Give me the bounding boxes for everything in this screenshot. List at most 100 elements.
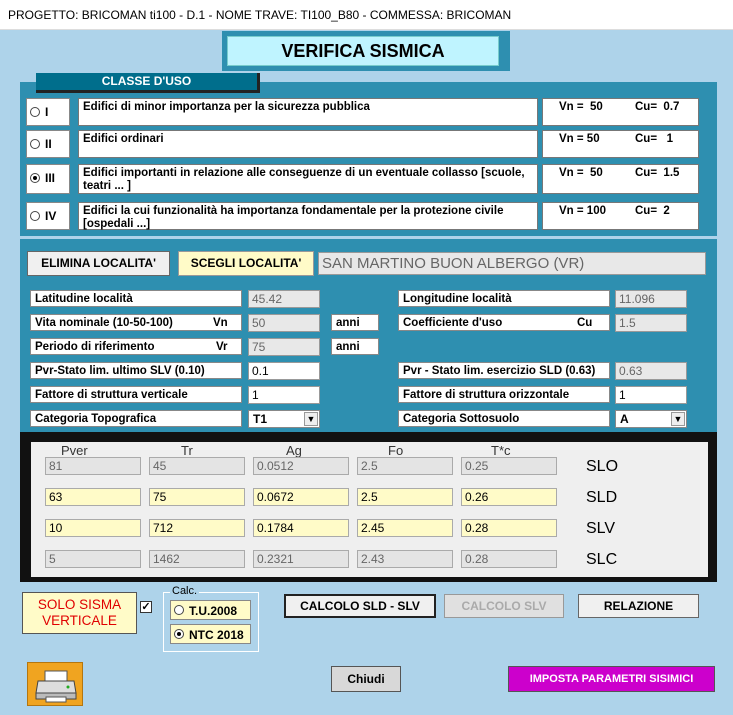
grid-header: Pver: [61, 443, 88, 458]
grid-row-label: SLO: [586, 458, 619, 475]
window-titlebar: PROGETTO: BRICOMAN ti100 - D.1 - NOME TR…: [0, 0, 733, 30]
grid-header: Fo: [388, 443, 404, 458]
grid-cell[interactable]: 45: [149, 457, 245, 475]
grid-cell[interactable]: 0.28: [461, 550, 557, 568]
classe-vn-cu: Vn = 50 Cu= 0.7: [542, 98, 699, 126]
vita-anni-label: anni: [331, 314, 379, 331]
grid-cell[interactable]: 5: [45, 550, 141, 568]
periodo-riferimento-label: Periodo di riferimento Vr: [30, 338, 242, 355]
chiudi-button[interactable]: Chiudi: [331, 666, 401, 692]
grid-cell[interactable]: 10: [45, 519, 141, 537]
classe-radio-dot[interactable]: [30, 139, 40, 149]
classe-radio-dot[interactable]: [30, 211, 40, 221]
solo-sisma-line1: SOLO SISMA: [37, 597, 122, 612]
grid-row-label: SLD: [586, 489, 618, 506]
radio-tu2008-label: T.U.2008: [189, 604, 238, 618]
grid-header: Ag: [286, 443, 302, 458]
results-grid: Pver Tr Ag Fo T*c 81 45 0.0512 2.5 0.25 SLO 63 75 0.0…: [31, 442, 708, 577]
grid-row-label: SLV: [586, 520, 616, 537]
grid-cell[interactable]: 2.5: [357, 488, 453, 506]
fattore-verticale-field[interactable]: 1: [248, 386, 320, 404]
classe-radio-3[interactable]: III: [26, 164, 70, 194]
classe-radio-dot[interactable]: [30, 107, 40, 117]
grid-cell[interactable]: 2.45: [357, 519, 453, 537]
classe-radio-dot[interactable]: [30, 173, 40, 183]
longitudine-field[interactable]: 11.096: [615, 290, 687, 308]
vita-nominale-symbol: Vn: [213, 317, 228, 329]
classe-vn-cu: Vn = 50 Cu= 1.5: [542, 164, 699, 194]
grid-cell[interactable]: 0.28: [461, 519, 557, 537]
categoria-topografica-select[interactable]: T1 ▼: [248, 410, 320, 428]
print-button[interactable]: [27, 662, 83, 706]
periodo-riferimento-field[interactable]: 75: [248, 338, 320, 356]
fattore-orizzontale-field[interactable]: 1: [615, 386, 687, 404]
results-grid-frame: Pver Tr Ag Fo T*c 81 45 0.0512 2.5 0.25 SLO 63 75 0.0…: [20, 432, 717, 582]
categoria-sottosuolo-select[interactable]: A ▼: [615, 410, 687, 428]
latitudine-field[interactable]: 45.42: [248, 290, 320, 308]
elimina-localita-button[interactable]: ELIMINA LOCALITA': [27, 251, 170, 276]
classe-vn-cu: Vn = 100 Cu= 2: [542, 202, 699, 230]
grid-cell[interactable]: 75: [149, 488, 245, 506]
classe-radio-1[interactable]: I: [26, 98, 70, 126]
categoria-sottosuolo-value: A: [620, 412, 629, 426]
classe-radio-2[interactable]: II: [26, 130, 70, 158]
categoria-topografica-label: Categoria Topografica: [30, 410, 242, 427]
pvr-sld-field[interactable]: 0.63: [615, 362, 687, 380]
classe-cu-value: Cu= 2: [635, 205, 670, 217]
categoria-topografica-value: T1: [253, 412, 268, 426]
solo-sisma-checkbox[interactable]: ✓: [140, 601, 152, 613]
grid-row-label: SLC: [586, 551, 618, 568]
classe-description: Edifici di minor importanza per la sicur…: [78, 98, 538, 126]
coefficiente-uso-text: Coefficiente d'uso: [403, 317, 503, 329]
classe-vn-value: Vn = 50: [559, 101, 603, 113]
classe-radio-label: I: [45, 105, 49, 119]
vita-nominale-field[interactable]: 50: [248, 314, 320, 332]
classe-vn-value: Vn = 50: [559, 167, 603, 179]
classe-description: Edifici ordinari: [78, 130, 538, 158]
classe-cu-value: Cu= 1.5: [635, 167, 680, 179]
classe-radio-label: IV: [45, 209, 57, 223]
grid-cell[interactable]: 81: [45, 457, 141, 475]
relazione-button[interactable]: RELAZIONE: [578, 594, 699, 618]
page-title: VERIFICA SISMICA: [227, 36, 499, 66]
chevron-down-icon[interactable]: ▼: [671, 412, 685, 426]
radio-tu2008-dot[interactable]: [174, 605, 184, 615]
classe-radio-label: III: [45, 171, 56, 185]
calc-legend: Calc.: [170, 585, 200, 597]
calcolo-slv-button[interactable]: CALCOLO SLV: [444, 594, 564, 618]
radio-ntc2018[interactable]: NTC 2018: [170, 624, 251, 644]
pvr-sld-label: Pvr - Stato lim. esercizio SLD (0.63): [398, 362, 610, 379]
grid-header: T*c: [491, 443, 511, 458]
imposta-parametri-button[interactable]: IMPOSTA PARAMETRI SISIMICI: [508, 666, 715, 692]
radio-tu2008[interactable]: T.U.2008: [170, 600, 251, 620]
grid-cell[interactable]: 0.25: [461, 457, 557, 475]
grid-cell[interactable]: 0.0512: [253, 457, 349, 475]
printer-icon: [35, 670, 77, 703]
localita-name-field[interactable]: SAN MARTINO BUON ALBERGO (VR): [318, 252, 706, 275]
classe-cu-value: Cu= 1: [635, 133, 674, 145]
pvr-slv-label: Pvr-Stato lim. ultimo SLV (0.10): [30, 362, 242, 379]
grid-cell[interactable]: 0.26: [461, 488, 557, 506]
solo-sisma-verticale-label: SOLO SISMA VERTICALE: [22, 592, 137, 634]
periodo-riferimento-text: Periodo di riferimento: [35, 341, 155, 353]
vita-nominale-label: Vita nominale (10-50-100) Vn: [30, 314, 242, 331]
classe-uso-title: CLASSE D'USO: [36, 73, 260, 93]
coefficiente-uso-label: Coefficiente d'uso Cu: [398, 314, 610, 331]
categoria-sottosuolo-label: Categoria Sottosuolo: [398, 410, 610, 427]
grid-cell[interactable]: 2.5: [357, 457, 453, 475]
grid-cell[interactable]: 1462: [149, 550, 245, 568]
grid-cell[interactable]: 2.43: [357, 550, 453, 568]
calcolo-sld-slv-button[interactable]: CALCOLO SLD - SLV: [284, 594, 436, 618]
pvr-slv-field[interactable]: 0.1: [248, 362, 320, 380]
grid-cell[interactable]: 63: [45, 488, 141, 506]
grid-cell[interactable]: 712: [149, 519, 245, 537]
classe-radio-4[interactable]: IV: [26, 202, 70, 230]
grid-cell[interactable]: 0.0672: [253, 488, 349, 506]
classe-radio-label: II: [45, 137, 52, 151]
grid-cell[interactable]: 0.1784: [253, 519, 349, 537]
scegli-localita-button[interactable]: SCEGLI LOCALITA': [178, 251, 314, 276]
radio-ntc2018-dot[interactable]: [174, 629, 184, 639]
coefficiente-uso-field[interactable]: 1.5: [615, 314, 687, 332]
chevron-down-icon[interactable]: ▼: [304, 412, 318, 426]
grid-cell[interactable]: 0.2321: [253, 550, 349, 568]
